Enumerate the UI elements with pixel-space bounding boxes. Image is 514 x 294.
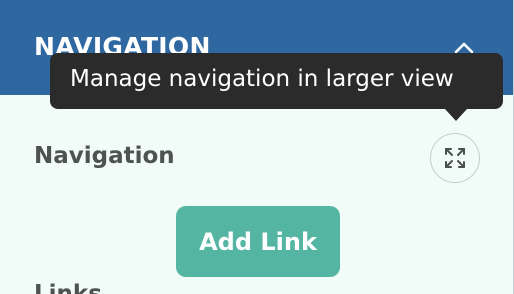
- expand-arrows-icon: [445, 148, 465, 168]
- tooltip: Manage navigation in larger view: [50, 53, 503, 121]
- tooltip-arrow: [445, 109, 467, 121]
- expand-view-button[interactable]: [430, 133, 480, 183]
- tooltip-text: Manage navigation in larger view: [70, 66, 454, 92]
- add-link-button[interactable]: Add Link: [176, 206, 340, 277]
- navigation-panel: NAVIGATION Navigation Add Link Links Man…: [0, 0, 514, 294]
- section-title: Navigation: [34, 143, 175, 169]
- links-heading: Links: [34, 281, 102, 294]
